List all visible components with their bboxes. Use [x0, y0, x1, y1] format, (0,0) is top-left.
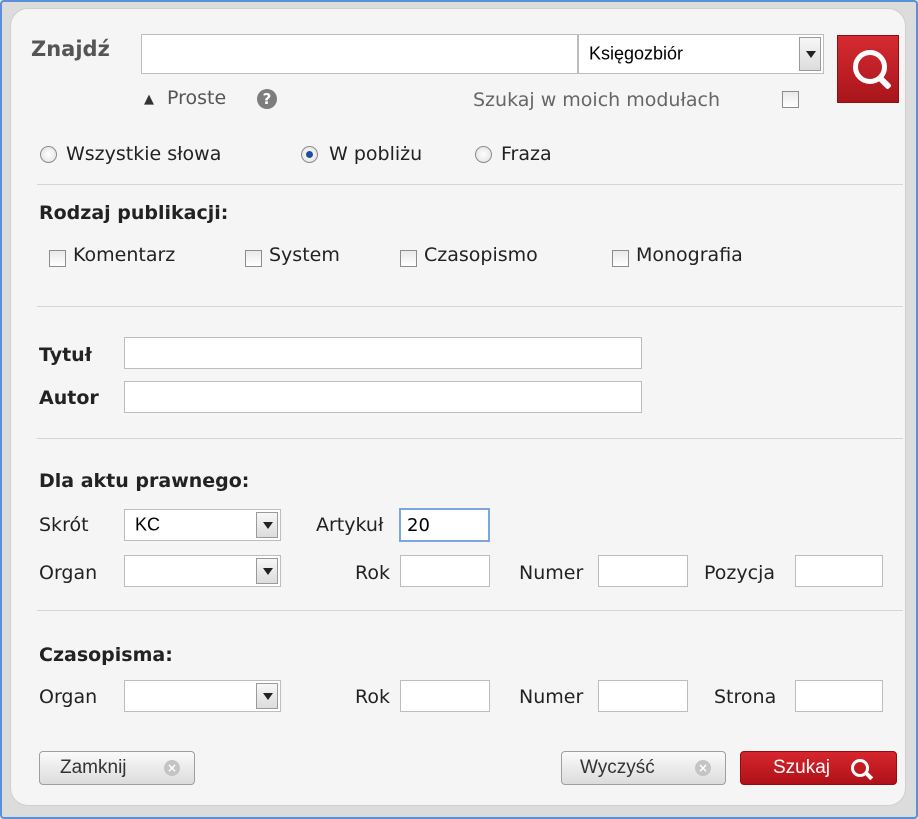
article-label: Artykuł — [316, 514, 384, 536]
my-modules-label: Szukaj w moich modułach — [473, 89, 720, 111]
search-button-label: Szukaj — [773, 757, 831, 778]
divider — [37, 438, 903, 439]
clear-button-label: Wyczyść — [580, 757, 655, 778]
checkbox-system-label: System — [269, 244, 340, 266]
search-button[interactable]: Szukaj — [740, 751, 897, 785]
help-icon[interactable]: ? — [257, 89, 277, 109]
journal-organ-label: Organ — [39, 686, 98, 708]
search-input[interactable] — [141, 34, 578, 74]
close-icon: × — [695, 760, 711, 776]
short-select-value: KC — [135, 514, 161, 535]
journal-page-input[interactable] — [795, 680, 883, 712]
divider — [37, 306, 903, 307]
checkbox-monograph[interactable] — [612, 250, 629, 267]
chevron-up-icon[interactable]: ▲ — [144, 92, 154, 107]
close-button[interactable]: Zamknij × — [39, 751, 195, 785]
author-input[interactable] — [124, 381, 642, 413]
close-icon: × — [164, 760, 180, 776]
chevron-down-icon[interactable] — [256, 683, 278, 709]
scope-select-value: Księgozbiór — [589, 43, 684, 64]
radio-all-words-label: Wszystkie słowa — [66, 143, 222, 165]
checkbox-commentary-label: Komentarz — [73, 244, 176, 266]
radio-phrase[interactable] — [475, 146, 492, 163]
simple-mode-link[interactable]: Proste — [167, 87, 226, 109]
organ-select[interactable] — [124, 555, 281, 587]
my-modules-checkbox[interactable] — [782, 91, 799, 108]
close-button-label: Zamknij — [60, 757, 127, 778]
divider — [37, 184, 903, 185]
divider — [37, 610, 903, 611]
checkbox-monograph-label: Monografia — [636, 244, 743, 266]
journal-year-label: Rok — [355, 686, 390, 708]
journal-number-input[interactable] — [598, 680, 688, 712]
title-label: Tytuł — [39, 344, 92, 366]
organ-label: Organ — [39, 562, 98, 584]
year-label: Rok — [355, 562, 390, 584]
checkbox-system[interactable] — [245, 250, 262, 267]
scope-select[interactable]: Księgozbiór — [578, 34, 824, 74]
chevron-down-icon[interactable] — [256, 512, 278, 538]
number-input[interactable] — [598, 555, 688, 587]
checkbox-journal[interactable] — [400, 250, 417, 267]
journal-page-label: Strona — [714, 686, 777, 708]
short-label: Skrót — [39, 514, 89, 536]
author-label: Autor — [39, 387, 99, 409]
advanced-search-panel: Znajdź Księgozbiór ▲ Proste ? Szukaj w m… — [10, 8, 906, 806]
position-input[interactable] — [795, 555, 883, 587]
checkbox-commentary[interactable] — [49, 250, 66, 267]
short-select[interactable]: KC — [124, 509, 281, 541]
journals-heading: Czasopisma: — [39, 644, 173, 666]
clear-button[interactable]: Wyczyść × — [561, 751, 726, 785]
title-input[interactable] — [124, 337, 642, 369]
number-label: Numer — [519, 562, 584, 584]
search-submit-button[interactable] — [837, 35, 899, 103]
article-input[interactable] — [399, 508, 490, 542]
radio-all-words[interactable] — [40, 146, 57, 163]
chevron-down-icon[interactable] — [799, 37, 821, 71]
radio-nearby[interactable] — [301, 146, 318, 163]
journal-year-input[interactable] — [400, 680, 490, 712]
journal-organ-select[interactable] — [124, 680, 281, 712]
radio-nearby-label: W pobliżu — [329, 143, 423, 165]
chevron-down-icon[interactable] — [256, 558, 278, 584]
year-input[interactable] — [400, 555, 490, 587]
radio-phrase-label: Fraza — [501, 143, 552, 165]
checkbox-journal-label: Czasopismo — [424, 244, 538, 266]
position-label: Pozycja — [704, 562, 775, 584]
publication-type-heading: Rodzaj publikacji: — [39, 202, 229, 224]
search-label: Znajdź — [31, 37, 110, 61]
legal-act-heading: Dla aktu prawnego: — [39, 470, 250, 492]
journal-number-label: Numer — [519, 686, 584, 708]
